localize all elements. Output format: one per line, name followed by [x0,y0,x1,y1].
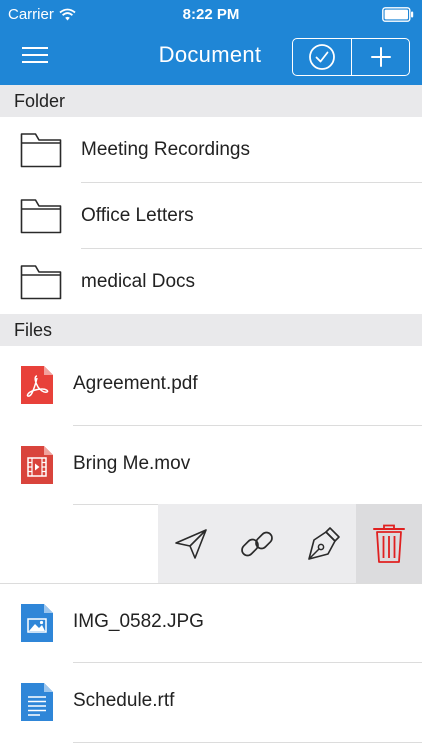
pen-nib-icon [308,526,340,560]
add-button[interactable] [351,39,409,75]
document-file-icon [21,683,53,721]
folder-label: Office Letters [81,205,194,226]
checkmark-circle-icon [309,44,335,70]
file-row[interactable]: Agreement.pdf [0,346,422,425]
nav-bar: Document [0,30,422,85]
trash-icon [373,524,405,563]
pdf-file-icon [21,366,53,404]
video-file-icon [21,446,53,484]
folder-row[interactable]: medical Docs [0,249,422,315]
image-file-icon [21,604,53,642]
sign-button[interactable] [290,504,356,583]
section-header-files: Files [0,314,422,346]
battery-icon [382,7,414,22]
send-icon [175,528,207,559]
page-title: Document [158,42,262,67]
file-label: Schedule.rtf [73,690,175,711]
clock: 8:22 PM [182,6,240,23]
swiped-file-row[interactable] [0,504,422,583]
folder-label: Meeting Recordings [81,139,250,160]
folder-icon [20,265,62,300]
top-bar: Carrier 8:22 PM Document [0,0,422,85]
hamburger-menu-icon[interactable] [22,42,54,70]
status-bar: Carrier 8:22 PM [0,0,422,30]
file-row[interactable]: Schedule.rtf [0,663,422,742]
file-label: Bring Me.mov [73,453,191,474]
divider [73,742,422,743]
file-label: Agreement.pdf [73,373,198,394]
section-header-folder: Folder [0,85,422,117]
folder-icon [20,133,62,168]
select-button[interactable] [293,39,351,75]
link-button[interactable] [224,504,290,583]
swipe-action-bar [158,504,422,583]
file-label: IMG_0582.JPG [73,611,204,632]
file-row[interactable]: Bring Me.mov [0,426,422,505]
send-button[interactable] [158,504,224,583]
link-icon [241,531,273,556]
folder-label: medical Docs [81,271,196,292]
nav-action-group [292,38,410,76]
plus-icon [370,47,391,67]
folder-icon [20,199,62,234]
folder-row[interactable]: Meeting Recordings [0,117,422,183]
folder-row[interactable]: Office Letters [0,183,422,249]
file-row[interactable]: IMG_0582.JPG [0,584,422,663]
delete-button[interactable] [356,504,422,583]
